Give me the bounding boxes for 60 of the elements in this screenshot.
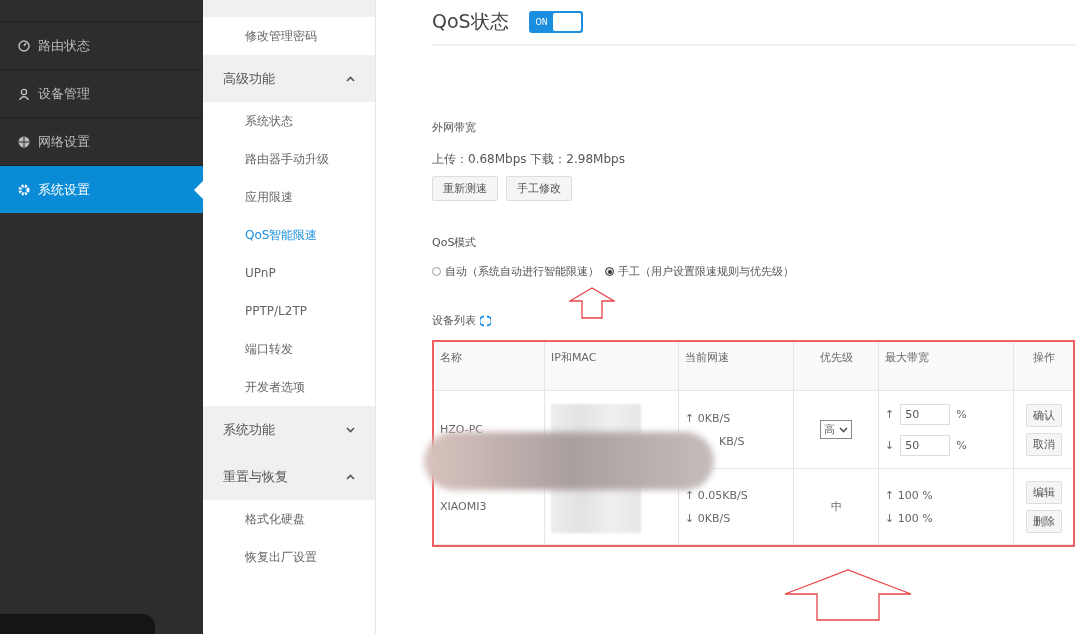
column-header: 名称 xyxy=(434,342,545,391)
chevron-up-icon xyxy=(346,75,355,82)
upload-rate: ↑ 0KB/S xyxy=(685,411,731,425)
chevron-down-icon xyxy=(346,426,355,433)
selection-pointer xyxy=(194,180,203,199)
section-heading: 设备列表 xyxy=(432,313,476,328)
column-header: 当前网速 xyxy=(679,342,794,391)
submenu-item[interactable]: 开发者选项 xyxy=(203,368,375,406)
download-rate: KB/S xyxy=(718,434,745,448)
submenu-item[interactable]: 路由器手动升级 xyxy=(203,140,375,178)
column-header: 操作 xyxy=(1014,342,1073,391)
priority-select[interactable]: 高 xyxy=(820,420,852,439)
max-download: ↓ 100 % xyxy=(885,511,933,525)
globe-icon xyxy=(18,135,30,148)
unit-label: % xyxy=(956,438,967,452)
down-arrow-icon: ↓ xyxy=(885,438,895,452)
menu-group-header[interactable]: 系统功能 xyxy=(203,406,375,453)
submenu-item[interactable]: PPTP/L2TP xyxy=(203,292,375,330)
row-action-button[interactable]: 取消 xyxy=(1025,432,1062,456)
user-icon xyxy=(18,87,30,100)
row-action-button[interactable]: 编辑 xyxy=(1025,480,1062,504)
column-header: 优先级 xyxy=(794,342,879,391)
submenu-item[interactable]: 修改管理密码 xyxy=(203,17,375,55)
chevron-up-icon xyxy=(346,473,355,480)
section-heading: 外网带宽 xyxy=(432,120,477,135)
submenu-item[interactable]: 端口转发 xyxy=(203,330,375,368)
chevron-down-icon xyxy=(839,426,848,433)
priority-text: 中 xyxy=(830,499,842,514)
page-title: QoS状态 xyxy=(432,9,509,34)
menu-group-header[interactable]: 高级功能 xyxy=(203,55,375,102)
arrow-annotation xyxy=(569,287,615,319)
input-field[interactable]: 50 xyxy=(900,403,951,425)
row-action-button[interactable]: 删除 xyxy=(1025,509,1062,533)
mode-radio[interactable]: 自动（系统自动进行智能限速） xyxy=(432,264,599,279)
sidebar-item[interactable]: 路由状态 xyxy=(0,21,203,69)
sidebar-item[interactable]: 系统设置 xyxy=(0,165,203,213)
submenu-item[interactable]: 格式化硬盘 xyxy=(203,500,375,538)
menu-group-header[interactable]: 重置与恢复 xyxy=(203,453,375,500)
submenu-item[interactable]: 系统状态 xyxy=(203,102,375,140)
submenu-item[interactable]: UPnP xyxy=(203,254,375,292)
refresh-icon[interactable] xyxy=(480,314,491,327)
submenu-item[interactable]: QoS智能限速 xyxy=(203,216,375,254)
column-header: 最大带宽 xyxy=(879,342,1014,391)
row-action-button[interactable]: 确认 xyxy=(1025,403,1062,427)
up-arrow-icon: ↑ xyxy=(885,407,895,421)
input-field[interactable]: 50 xyxy=(900,434,951,456)
bandwidth-reading: 上传：0.68Mbps 下载：2.98Mbps xyxy=(432,151,626,168)
settings-icon xyxy=(18,183,30,196)
submenu-item[interactable]: 应用限速 xyxy=(203,178,375,216)
action-button[interactable]: 手工修改 xyxy=(506,176,572,201)
section-heading: QoS模式 xyxy=(432,235,478,250)
max-upload: ↑ 100 % xyxy=(885,488,933,502)
unit-label: % xyxy=(956,407,967,421)
upload-rate: ↑ 0.05KB/S xyxy=(685,488,748,502)
mode-radio[interactable]: 手工（用户设置限速规则与优先级） xyxy=(605,264,794,279)
column-header: IP和MAC xyxy=(545,342,679,391)
gauge-icon xyxy=(18,39,30,52)
action-button[interactable]: 重新测速 xyxy=(432,176,498,201)
submenu-item[interactable]: 恢复出厂设置 xyxy=(203,538,375,576)
download-rate: ↓ 0KB/S xyxy=(685,511,731,525)
